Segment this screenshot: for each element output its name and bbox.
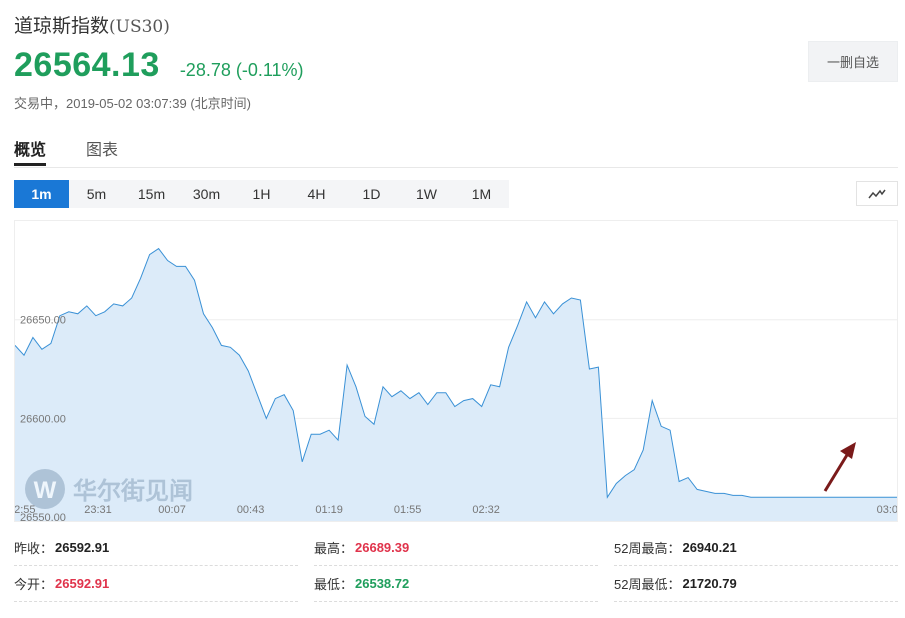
stat-open: 今开： 26592.91 [14, 566, 298, 602]
stat-label: 最高： [314, 541, 354, 556]
period-1h[interactable]: 1H [234, 180, 289, 208]
stat-label: 52周最高： [614, 541, 681, 556]
stat-value: 26940.21 [682, 540, 737, 555]
y-tick-label: 26600.00 [20, 413, 66, 425]
active-tab-indicator [14, 163, 46, 166]
stat-value: 26689.39 [355, 540, 410, 555]
current-price: 26564.13 [14, 46, 160, 84]
period-1m[interactable]: 1m [14, 180, 69, 208]
index-title: 道琼斯指数(US30) [14, 11, 170, 38]
tab-chart[interactable]: 图表 [86, 136, 118, 160]
tab-overview[interactable]: 概览 [14, 136, 46, 160]
x-tick-label: 01:19 [315, 504, 343, 516]
watermark-text: 华尔街见闻 [73, 476, 193, 505]
stat-value: 26592.91 [55, 576, 110, 591]
x-tick-label: 00:07 [158, 504, 186, 516]
chart-svg: 26650.0026600.0026550.00 22:5523:3100:07… [15, 247, 898, 521]
period-30m[interactable]: 30m [179, 180, 234, 208]
x-tick-label: 23:31 [84, 504, 112, 516]
period-5m[interactable]: 5m [69, 180, 124, 208]
tab-bar: 概览 图表 [14, 130, 898, 168]
price-chart[interactable]: 26650.0026600.0026550.00 22:5523:3100:07… [14, 220, 898, 522]
stat-low: 最低： 26538.72 [314, 566, 598, 602]
stat-prev-close: 昨收： 26592.91 [14, 530, 298, 566]
stat-label: 今开： [14, 577, 54, 592]
price-change: -28.78 (-0.11%) [179, 60, 304, 80]
line-chart-icon [868, 189, 886, 198]
period-15m[interactable]: 15m [124, 180, 179, 208]
annotation-arrow [823, 442, 856, 492]
y-tick-label: 26650.00 [20, 315, 66, 327]
stat-label: 昨收： [14, 541, 54, 556]
period-1d[interactable]: 1D [344, 180, 399, 208]
x-tick-label: 22:55 [15, 504, 35, 516]
period-selector: 1m 5m 15m 30m 1H 4H 1D 1W 1M [14, 180, 509, 208]
chart-type-button[interactable] [856, 181, 898, 206]
x-tick-label: 00:43 [237, 504, 265, 516]
x-tick-label: 01:55 [394, 504, 422, 516]
period-1mo[interactable]: 1M [454, 180, 509, 208]
stat-high: 最高： 26689.39 [314, 530, 598, 566]
stat-52w-high: 52周最高： 26940.21 [614, 530, 898, 566]
period-4h[interactable]: 4H [289, 180, 344, 208]
stat-value: 21720.79 [682, 576, 737, 591]
stat-value: 26538.72 [355, 576, 410, 591]
stat-label: 最低： [314, 577, 354, 592]
stat-label: 52周最低： [614, 577, 681, 592]
x-tick-label: 03:0 [877, 504, 898, 516]
stat-52w-low: 52周最低： 21720.79 [614, 566, 898, 602]
x-tick-label: 02:32 [472, 504, 500, 516]
stat-value: 26592.91 [55, 540, 110, 555]
price-row: 26564.13 -28.78 (-0.11%) [14, 46, 304, 85]
svg-text:W: W [34, 477, 57, 504]
index-symbol: (US30) [109, 17, 170, 37]
trading-status: 交易中，2019-05-02 03:07:39 (北京时间) [14, 96, 251, 111]
remove-watchlist-button[interactable]: 一删自选 [808, 41, 898, 82]
period-1w[interactable]: 1W [399, 180, 454, 208]
index-name: 道琼斯指数 [14, 15, 110, 37]
